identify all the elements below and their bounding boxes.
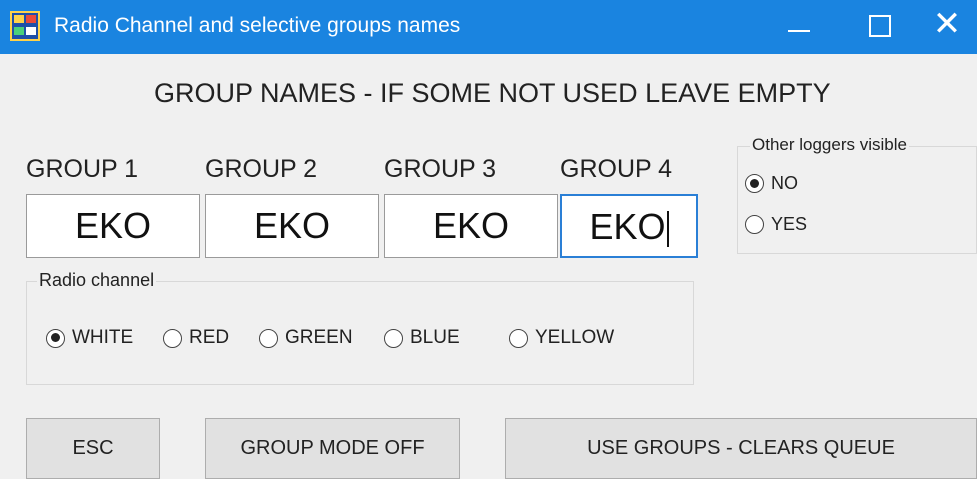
- close-icon[interactable]: ✕: [917, 0, 977, 54]
- group-mode-off-button[interactable]: GROUP MODE OFF: [205, 418, 460, 479]
- group-3-value: EKO: [432, 205, 510, 246]
- group-2-value: EKO: [253, 205, 331, 246]
- group-3-input[interactable]: EKO: [384, 194, 558, 258]
- group-1-input[interactable]: EKO: [26, 194, 200, 258]
- channel-blue[interactable]: BLUE: [384, 327, 460, 349]
- radio-unselected-icon[interactable]: [259, 328, 278, 348]
- channel-white-label: WHITE: [72, 327, 134, 348]
- channel-blue-label: BLUE: [410, 327, 460, 348]
- maximize-icon[interactable]: [848, 0, 908, 54]
- radio-unselected-icon[interactable]: [509, 328, 528, 348]
- other-loggers-no-label: NO: [771, 173, 798, 193]
- group-1-value: EKO: [74, 205, 152, 246]
- radio-unselected-icon[interactable]: [384, 328, 403, 348]
- radio-selected-icon[interactable]: [46, 328, 65, 348]
- radio-unselected-icon[interactable]: [163, 328, 182, 348]
- channel-red[interactable]: RED: [163, 327, 229, 349]
- channel-green[interactable]: GREEN: [259, 327, 353, 349]
- use-groups-button[interactable]: USE GROUPS - CLEARS QUEUE: [505, 418, 977, 479]
- channel-yellow-label: YELLOW: [535, 327, 615, 348]
- page-title: GROUP NAMES - IF SOME NOT USED LEAVE EMP…: [154, 78, 831, 108]
- text-caret: [666, 211, 669, 248]
- dialog-body: [0, 54, 977, 479]
- group-2-label: GROUP 2: [205, 155, 318, 183]
- radio-unselected-icon[interactable]: [745, 215, 764, 234]
- group-1-label: GROUP 1: [26, 155, 139, 183]
- group-4-value: EKO: [589, 206, 666, 247]
- minimize-icon[interactable]: [770, 0, 830, 54]
- other-loggers-yes-label: YES: [771, 214, 808, 234]
- channel-red-label: RED: [189, 327, 230, 348]
- other-loggers-yes[interactable]: YES: [745, 214, 807, 235]
- title-bar: Radio Channel and selective groups names…: [0, 0, 977, 54]
- radio-channel-legend: Radio channel: [37, 270, 157, 291]
- app-icon[interactable]: [10, 11, 40, 41]
- other-loggers-no[interactable]: NO: [745, 173, 798, 194]
- other-loggers-group: [737, 146, 977, 254]
- group-3-label: GROUP 3: [384, 155, 497, 183]
- window-title: Radio Channel and selective groups names: [54, 14, 461, 37]
- channel-green-label: GREEN: [285, 327, 353, 348]
- radio-selected-icon[interactable]: [745, 174, 764, 193]
- group-4-label: GROUP 4: [560, 155, 673, 183]
- other-loggers-legend: Other loggers visible: [750, 135, 909, 155]
- channel-white[interactable]: WHITE: [46, 327, 133, 349]
- channel-yellow[interactable]: YELLOW: [509, 327, 614, 349]
- group-4-input[interactable]: EKO: [560, 194, 698, 258]
- esc-button[interactable]: ESC: [26, 418, 160, 479]
- group-2-input[interactable]: EKO: [205, 194, 379, 258]
